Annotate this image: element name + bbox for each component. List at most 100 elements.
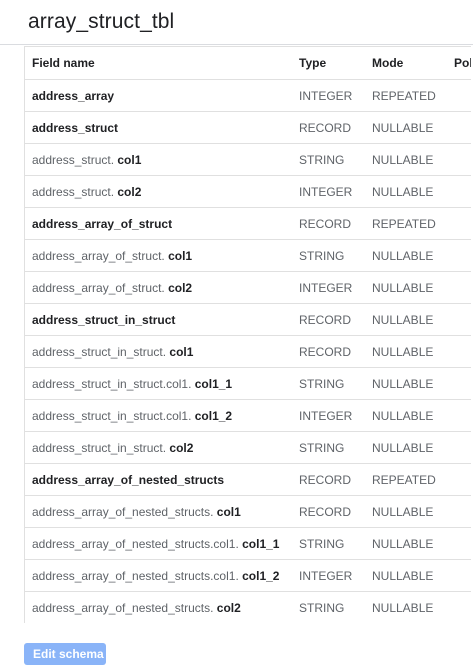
edit-schema-button[interactable]: Edit schema <box>24 643 106 665</box>
field-parent-path: address_array_of_nested_structs.col1. <box>32 568 243 583</box>
field-name: col2 <box>216 600 241 615</box>
field-type: STRING <box>299 440 345 455</box>
field-mode: NULLABLE <box>372 152 434 167</box>
field-mode: NULLABLE <box>372 568 434 583</box>
field-mode: REPEATED <box>372 88 436 103</box>
field-parent-path: address_array_of_nested_structs. <box>32 600 217 615</box>
field-parent-path: address_array_of_struct. <box>32 280 169 295</box>
field-type: INTEGER <box>299 280 353 295</box>
field-type: RECORD <box>299 216 352 231</box>
header-field-name[interactable]: Field name <box>32 47 95 79</box>
table-row: address_array INTEGER REPEATED <box>25 80 473 112</box>
field-type: INTEGER <box>299 88 353 103</box>
field-name-cell: address_struct_in_struct. col1 <box>32 336 193 367</box>
header-mode[interactable]: Mode <box>372 47 403 79</box>
header-type[interactable]: Type <box>299 47 326 79</box>
field-parent-path: address_struct_in_struct. <box>32 344 170 359</box>
field-mode: NULLABLE <box>372 120 434 135</box>
field-name: col1_1 <box>242 536 280 551</box>
field-type: INTEGER <box>299 184 353 199</box>
field-name-cell: address_struct_in_struct.col1. col1_2 <box>32 400 232 431</box>
field-mode: NULLABLE <box>372 312 434 327</box>
field-type: RECORD <box>299 504 352 519</box>
field-parent-path: address_array_of_nested_structs.col1. <box>32 536 243 551</box>
schema-table: Field name Type Mode Poli address_array I… <box>24 46 473 623</box>
field-name: address_array_of_nested_structs <box>32 472 225 487</box>
field-mode: NULLABLE <box>372 184 434 199</box>
table-row: address_struct RECORD NULLABLE <box>25 112 473 144</box>
field-type: RECORD <box>299 472 352 487</box>
field-mode: NULLABLE <box>372 280 434 295</box>
field-type: STRING <box>299 376 345 391</box>
field-name-cell: address_array_of_nested_structs. col2 <box>32 592 241 623</box>
field-parent-path: address_array_of_struct. <box>32 248 169 263</box>
field-parent-path: address_struct. <box>32 184 118 199</box>
field-mode: NULLABLE <box>372 376 434 391</box>
field-name: col1 <box>216 504 241 519</box>
table-row: address_array_of_nested_structs RECORD REP… <box>25 464 473 496</box>
field-name-cell: address_struct_in_struct.col1. col1_1 <box>32 368 232 399</box>
table-row: address_struct_in_struct. col1 RECORD NULL… <box>25 336 473 368</box>
table-row: address_array_of_struct RECORD REPEATED <box>25 208 473 240</box>
field-name: address_array <box>32 88 115 103</box>
field-mode: NULLABLE <box>372 408 434 423</box>
field-name-cell: address_struct_in_struct <box>32 304 175 335</box>
field-mode: NULLABLE <box>372 504 434 519</box>
field-type: STRING <box>299 248 345 263</box>
field-name: address_struct <box>32 120 119 135</box>
field-parent-path: address_struct_in_struct. <box>32 440 170 455</box>
field-name-cell: address_struct_in_struct. col2 <box>32 432 193 463</box>
field-name: col2 <box>169 440 194 455</box>
table-row: address_array_of_struct. col1 STRING NULLA… <box>25 240 473 272</box>
field-mode: REPEATED <box>372 216 436 231</box>
field-name-cell: address_array_of_nested_structs <box>32 464 224 495</box>
field-type: INTEGER <box>299 408 353 423</box>
title-divider <box>0 44 473 45</box>
table-row: address_struct_in_struct RECORD NULLABLE <box>25 304 473 336</box>
field-name: col1 <box>169 344 194 359</box>
field-name-cell: address_struct <box>32 112 118 143</box>
field-mode: NULLABLE <box>372 344 434 359</box>
field-name: col1_2 <box>242 568 280 583</box>
field-name: address_struct_in_struct <box>32 312 176 327</box>
field-name-cell: address_array_of_nested_structs.col1. co… <box>32 528 279 559</box>
table-row: address_array_of_nested_structs. col1 REC… <box>25 496 473 528</box>
field-type: RECORD <box>299 120 352 135</box>
field-name-cell: address_array <box>32 80 114 111</box>
field-mode: NULLABLE <box>372 248 434 263</box>
field-parent-path: address_struct. <box>32 152 118 167</box>
field-parent-path: address_struct_in_struct.col1. <box>32 408 195 423</box>
schema-dialog: array_struct_tbl Field name Type Mode Po… <box>0 0 473 665</box>
field-mode: REPEATED <box>372 472 436 487</box>
dialog-title: array_struct_tbl <box>28 10 175 33</box>
field-name: col1_1 <box>194 376 233 391</box>
field-parent-path: address_array_of_nested_structs. <box>32 504 217 519</box>
field-name: col1_2 <box>194 408 233 423</box>
field-mode: NULLABLE <box>372 440 434 455</box>
field-type: STRING <box>299 152 345 167</box>
table-row: address_array_of_nested_structs.col1. co… <box>25 560 473 592</box>
table-row: address_array_of_nested_structs. col2 STR… <box>25 592 473 623</box>
table-row: address_struct. col1 STRING NULLABLE <box>25 144 473 176</box>
field-name: col1 <box>117 152 142 167</box>
field-type: STRING <box>299 600 345 615</box>
field-type: RECORD <box>299 312 352 327</box>
field-name-cell: address_array_of_struct. col1 <box>32 240 192 271</box>
field-name-cell: address_array_of_struct. col2 <box>32 272 192 303</box>
field-name-cell: address_array_of_struct <box>32 208 172 239</box>
field-name: address_array_of_struct <box>32 216 173 231</box>
table-header-row: Field name Type Mode Poli <box>25 47 473 80</box>
field-name-cell: address_struct. col2 <box>32 176 141 207</box>
table-row: address_array_of_nested_structs.col1. co… <box>25 528 473 560</box>
field-mode: NULLABLE <box>372 536 434 551</box>
field-type: STRING <box>299 536 345 551</box>
field-name: col2 <box>117 184 142 199</box>
field-mode: NULLABLE <box>372 600 434 615</box>
table-row: address_struct_in_struct. col2 STRING NULL… <box>25 432 473 464</box>
field-type: RECORD <box>299 344 352 359</box>
field-type: INTEGER <box>299 568 353 583</box>
field-name: col1 <box>168 248 193 263</box>
table-row: address_struct_in_struct.col1. col1_2 INT… <box>25 400 473 432</box>
field-name: col2 <box>168 280 193 295</box>
field-parent-path: address_struct_in_struct.col1. <box>32 376 195 391</box>
